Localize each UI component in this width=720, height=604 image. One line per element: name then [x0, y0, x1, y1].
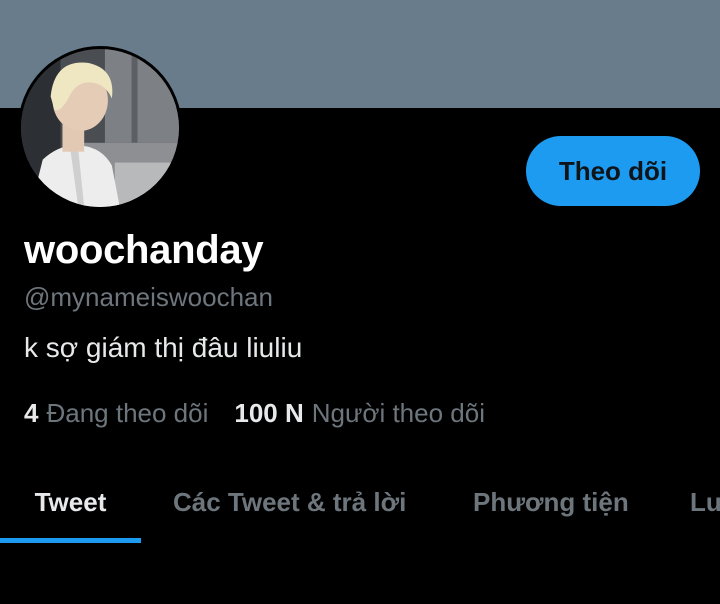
profile-stats: 4 Đang theo dõi 100 N Người theo dõi — [24, 398, 485, 429]
avatar[interactable] — [18, 46, 182, 210]
tab-tweets[interactable]: Tweet — [0, 460, 141, 544]
following-label: Đang theo dõi — [46, 398, 209, 428]
avatar-photo — [21, 49, 179, 207]
profile-handle: @mynameiswoochan — [24, 282, 273, 312]
following-count: 4 — [24, 398, 39, 428]
followers-label: Người theo dõi — [311, 398, 485, 428]
active-tab-indicator — [0, 538, 141, 543]
followers-stat-link[interactable]: 100 N Người theo dõi — [234, 398, 485, 429]
tab-tweets-and-replies[interactable]: Các Tweet & trả lời — [173, 460, 406, 544]
followers-count: 100 N — [234, 398, 304, 428]
profile-bio: k sợ giám thị đâu liuliu — [24, 332, 303, 363]
profile-display-name: woochanday — [24, 228, 264, 272]
following-stat-link[interactable]: 4 Đang theo dõi — [24, 398, 208, 429]
tab-media[interactable]: Phương tiện — [473, 460, 629, 544]
follow-button[interactable]: Theo dõi — [526, 136, 700, 206]
profile-tabs: Tweet Các Tweet & trả lời Phương tiện Lư — [0, 460, 720, 544]
tab-likes[interactable]: Lư — [690, 460, 720, 544]
